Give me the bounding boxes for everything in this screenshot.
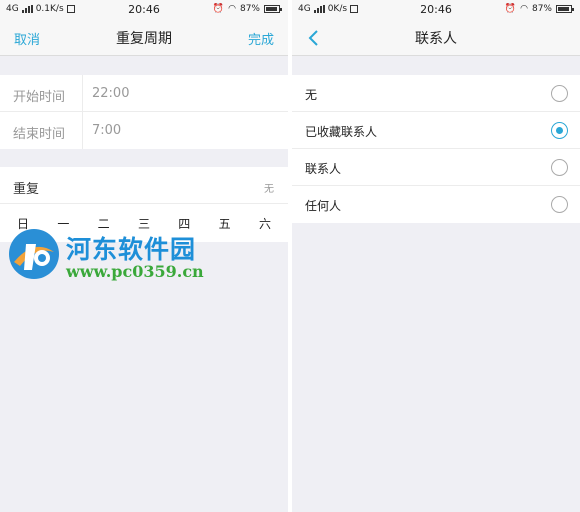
radio-button[interactable] xyxy=(551,196,568,213)
end-time-value[interactable]: 7:00 xyxy=(92,123,121,138)
nav-bar: 取消 重复周期 完成 xyxy=(0,19,288,56)
watermark: 河东软件园 www.pc0359.cn xyxy=(6,224,256,286)
wifi-icon: ◠ xyxy=(228,4,236,14)
radio-button[interactable] xyxy=(551,85,568,102)
option-label: 已收藏联系人 xyxy=(305,125,378,139)
right-screen: 4G 0K/s 20:46 ⏰ ◠ 87% 联系人 无 已收藏联系人 联系人 任… xyxy=(292,0,580,512)
contact-options-list: 无 已收藏联系人 联系人 任何人 xyxy=(292,75,580,223)
row-separator xyxy=(82,75,83,111)
repeat-value: 无 xyxy=(264,184,274,195)
row-separator xyxy=(82,112,83,149)
option-anyone[interactable]: 任何人 xyxy=(292,186,580,223)
watermark-name: 河东软件园 xyxy=(66,235,197,264)
end-time-row[interactable]: 结束时间 7:00 xyxy=(0,112,288,149)
battery-percent: 87% xyxy=(239,4,260,14)
end-time-label: 结束时间 xyxy=(13,127,66,142)
start-time-value[interactable]: 22:00 xyxy=(92,86,129,101)
radio-button-selected[interactable] xyxy=(551,122,568,139)
page-title: 重复周期 xyxy=(116,31,172,47)
start-time-row[interactable]: 开始时间 22:00 xyxy=(0,75,288,112)
option-contacts[interactable]: 联系人 xyxy=(292,149,580,186)
time-settings-group: 开始时间 22:00 结束时间 7:00 xyxy=(0,75,288,149)
wifi-icon: ◠ xyxy=(520,4,528,14)
option-label: 无 xyxy=(305,88,318,102)
repeat-label: 重复 xyxy=(13,182,40,197)
radio-button[interactable] xyxy=(551,159,568,176)
alarm-icon: ⏰ xyxy=(212,4,225,14)
option-none[interactable]: 无 xyxy=(292,75,580,112)
status-bar: 4G 0K/s 20:46 ⏰ ◠ 87% xyxy=(292,0,580,19)
watermark-url: www.pc0359.cn xyxy=(66,262,204,281)
battery-percent: 87% xyxy=(531,4,552,14)
option-label: 联系人 xyxy=(305,162,342,176)
battery-icon xyxy=(264,5,282,13)
repeat-row[interactable]: 重复 无 xyxy=(0,167,288,204)
option-label: 任何人 xyxy=(305,199,342,213)
done-button[interactable]: 完成 xyxy=(248,29,274,48)
watermark-logo-icon xyxy=(9,229,59,279)
day-saturday[interactable]: 六 xyxy=(256,215,274,232)
left-screen: 4G 0.1K/s 20:46 ⏰ ◠ 87% 取消 重复周期 完成 开始时间 … xyxy=(0,0,288,512)
alarm-icon: ⏰ xyxy=(504,4,517,14)
status-bar: 4G 0.1K/s 20:46 ⏰ ◠ 87% xyxy=(0,0,288,19)
nav-bar: 联系人 xyxy=(292,19,580,56)
battery-icon xyxy=(556,5,574,13)
page-title: 联系人 xyxy=(415,31,457,47)
option-starred-contacts[interactable]: 已收藏联系人 xyxy=(292,112,580,149)
start-time-label: 开始时间 xyxy=(13,90,66,105)
